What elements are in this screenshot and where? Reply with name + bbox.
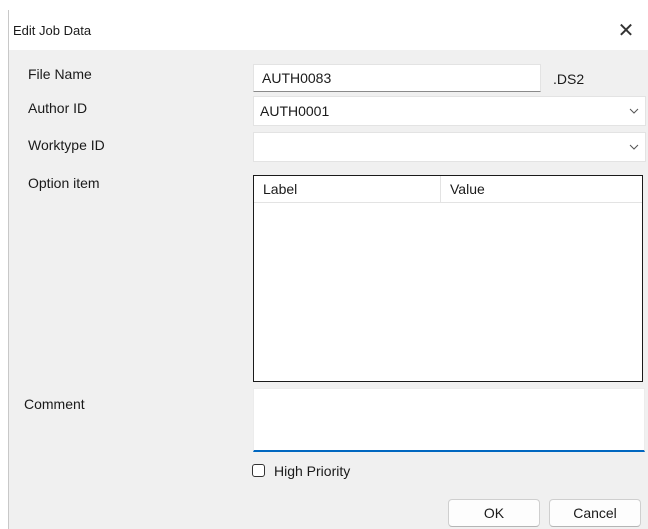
chevron-down-icon <box>629 108 639 114</box>
file-name-label: File Name <box>28 66 92 82</box>
close-icon: ✕ <box>617 19 635 42</box>
dialog-title: Edit Job Data <box>13 23 92 38</box>
comment-input[interactable] <box>253 388 645 452</box>
cancel-button[interactable]: Cancel <box>549 499 641 527</box>
worktype-id-label: Worktype ID <box>28 137 105 153</box>
worktype-id-dropdown[interactable] <box>253 132 646 162</box>
high-priority-checkbox[interactable]: High Priority <box>252 462 392 480</box>
title-bar: Edit Job Data ✕ <box>9 10 648 50</box>
author-id-value: AUTH0001 <box>260 103 330 119</box>
checkbox-box[interactable] <box>252 464 265 477</box>
high-priority-label: High Priority <box>274 463 351 479</box>
column-header-value[interactable]: Value <box>441 176 641 202</box>
option-item-label: Option item <box>28 175 100 191</box>
file-name-input[interactable]: AUTH0083 <box>253 64 541 92</box>
close-button[interactable]: ✕ <box>603 10 648 50</box>
author-id-label: Author ID <box>28 100 88 116</box>
comment-label: Comment <box>24 396 85 412</box>
edit-job-data-dialog: Edit Job Data ✕ File Name AUTH0083 .DS2 … <box>8 10 648 529</box>
chevron-down-icon <box>629 144 639 150</box>
option-item-list[interactable]: Label Value <box>253 175 643 382</box>
author-id-dropdown[interactable]: AUTH0001 <box>253 96 646 126</box>
option-list-header: Label Value <box>254 176 642 203</box>
column-header-label[interactable]: Label <box>254 176 440 202</box>
ok-button[interactable]: OK <box>448 499 540 527</box>
file-extension-label: .DS2 <box>553 71 585 87</box>
